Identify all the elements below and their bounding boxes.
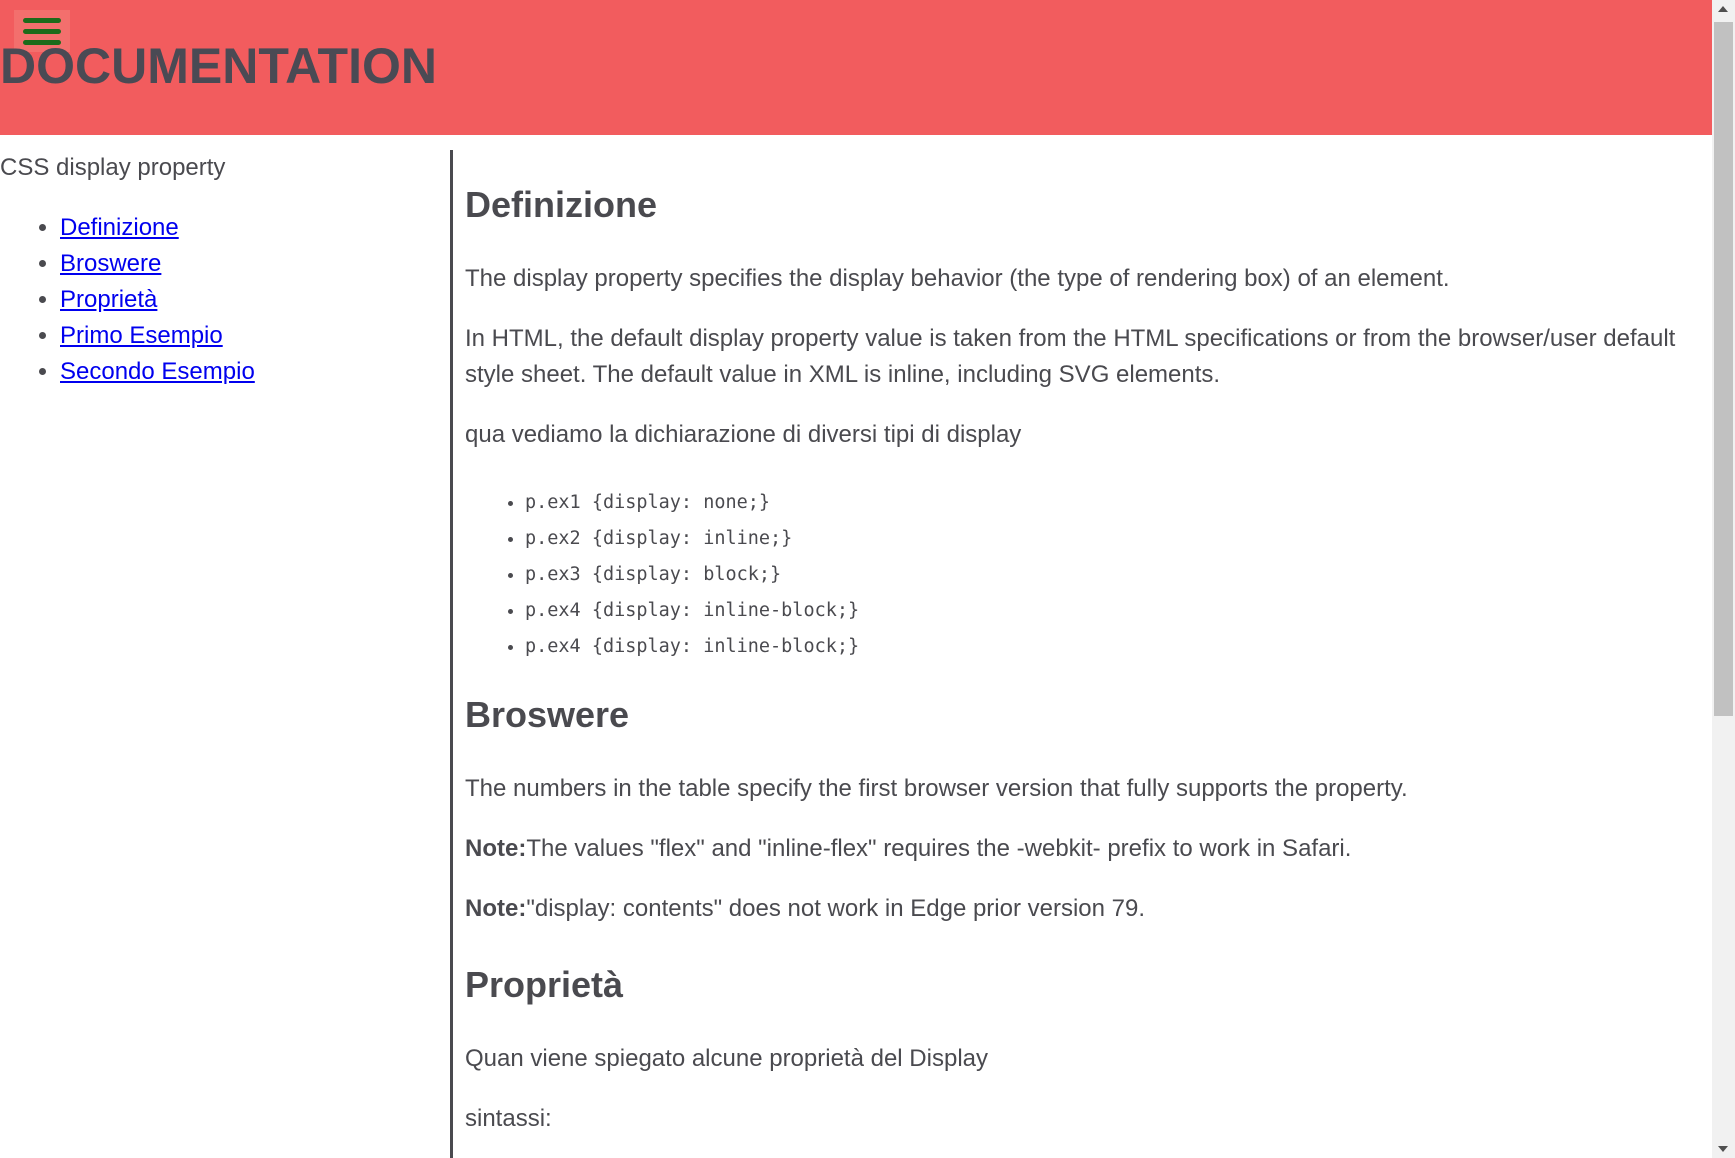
nav-item-broswere: Broswere bbox=[60, 246, 255, 282]
code-item: p.ex1 {display: none;} bbox=[525, 485, 859, 521]
definizione-paragraph-3: qua vediamo la dichiarazione di diversi … bbox=[465, 421, 1022, 448]
nav-item-secondo-esempio: Secondo Esempio bbox=[60, 354, 255, 390]
menu-bar bbox=[23, 28, 61, 34]
note-text: "display: contents" does not work in Edg… bbox=[526, 895, 1146, 922]
nav-item-primo-esempio: Primo Esempio bbox=[60, 318, 255, 354]
section-heading-definizione: Definizione bbox=[465, 184, 658, 225]
definizione-paragraph-2: In HTML, the default display property va… bbox=[465, 325, 1676, 388]
sidebar-nav: CSS display property Definizione Broswer… bbox=[0, 135, 450, 1158]
note-label: Note: bbox=[465, 835, 527, 862]
code-list: p.ex1 {display: none;} p.ex2 {display: i… bbox=[465, 485, 859, 665]
note-label: Note: bbox=[465, 895, 527, 922]
broswere-paragraph-1: The numbers in the table specify the fir… bbox=[465, 775, 1408, 802]
section-heading-proprieta: Proprietà bbox=[465, 964, 624, 1005]
page: DOCUMENTATION CSS display property Defin… bbox=[0, 0, 1735, 1158]
nav-item-definizione: Definizione bbox=[60, 210, 255, 246]
main-content: Definizione The display property specifi… bbox=[465, 135, 1685, 1158]
broswere-note-1: Note:The values "flex" and "inline-flex"… bbox=[465, 831, 1685, 867]
sidebar-divider bbox=[450, 150, 453, 1158]
broswere-note-2: Note:"display: contents" does not work i… bbox=[465, 891, 1685, 927]
nav-list: Definizione Broswere Proprietà Primo Ese… bbox=[0, 210, 255, 390]
nav-item-proprieta: Proprietà bbox=[60, 282, 255, 318]
nav-link-primo-esempio[interactable]: Primo Esempio bbox=[60, 322, 223, 349]
section-heading-broswere: Broswere bbox=[465, 694, 630, 735]
code-item: p.ex3 {display: block;} bbox=[525, 557, 859, 593]
site-title: DOCUMENTATION bbox=[0, 38, 437, 94]
note-text: The values "flex" and "inline-flex" requ… bbox=[526, 835, 1352, 862]
code-item: p.ex2 {display: inline;} bbox=[525, 521, 859, 557]
menu-bar bbox=[23, 17, 61, 23]
scroll-up-arrow-icon[interactable] bbox=[1718, 6, 1728, 12]
proprieta-paragraph-2: sintassi: bbox=[465, 1105, 552, 1132]
scroll-down-arrow-icon[interactable] bbox=[1718, 1146, 1728, 1152]
scrollbar-thumb[interactable] bbox=[1714, 22, 1733, 716]
nav-link-proprieta[interactable]: Proprietà bbox=[60, 286, 157, 313]
proprieta-paragraph-1: Quan viene spiegato alcune proprietà del… bbox=[465, 1045, 988, 1072]
sidebar-title: CSS display property bbox=[0, 154, 226, 181]
nav-link-secondo-esempio[interactable]: Secondo Esempio bbox=[60, 358, 255, 385]
code-item: p.ex4 {display: inline-block;} bbox=[525, 593, 859, 629]
definizione-paragraph-1: The display property specifies the displ… bbox=[465, 265, 1450, 292]
nav-link-definizione[interactable]: Definizione bbox=[60, 214, 179, 241]
code-item: p.ex4 {display: inline-block;} bbox=[525, 629, 859, 665]
vertical-scrollbar[interactable] bbox=[1712, 0, 1735, 1158]
nav-link-broswere[interactable]: Broswere bbox=[60, 250, 161, 277]
page-header: DOCUMENTATION bbox=[0, 0, 1712, 135]
